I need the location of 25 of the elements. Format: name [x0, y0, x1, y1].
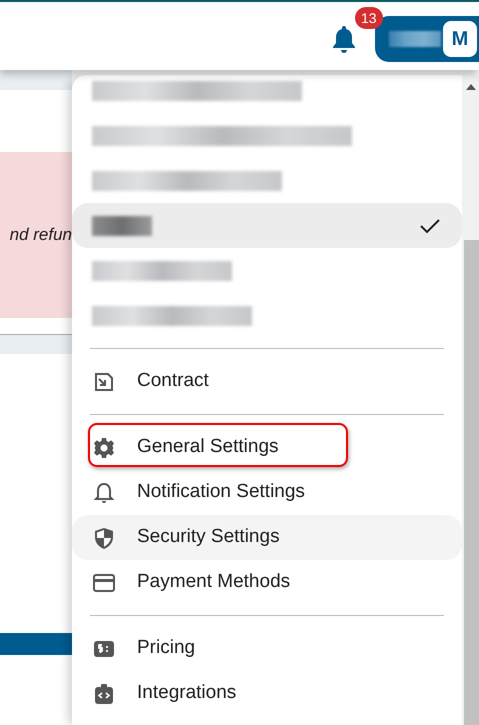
menu-item[interactable]: Payment Methods [72, 560, 462, 605]
menu-item[interactable]: Notification Settings [72, 470, 462, 515]
menu-item[interactable]: General Settings [72, 425, 462, 470]
blurred-text [389, 31, 441, 47]
scrollbar[interactable] [462, 75, 479, 725]
section-header [0, 334, 72, 354]
section-header [0, 70, 72, 90]
menu-item[interactable] [72, 203, 462, 248]
menu-item[interactable]: Integrations [72, 671, 462, 716]
bell-icon [92, 480, 116, 504]
notification-badge: 13 [355, 7, 383, 29]
menu-item[interactable]: Security Settings [72, 515, 462, 560]
menu-item[interactable]: Pricing [72, 626, 462, 671]
bell-icon[interactable] [331, 24, 357, 54]
scrollbar-thumb[interactable] [464, 240, 479, 725]
user-menu-button[interactable]: M [375, 16, 479, 62]
shield-icon [92, 526, 116, 550]
header-bar [0, 633, 72, 655]
code-icon [92, 682, 116, 706]
gear-icon [92, 436, 116, 460]
scroll-up-icon[interactable] [466, 84, 476, 90]
blurred-text [92, 216, 152, 236]
avatar: M [443, 21, 477, 57]
menu-item[interactable]: Contract [72, 359, 462, 404]
alert-text: nd refun [10, 224, 72, 246]
